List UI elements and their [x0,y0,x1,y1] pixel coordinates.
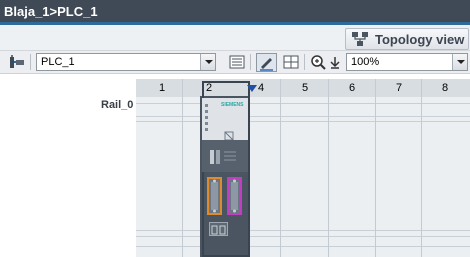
topology-view-label: Topology view [375,31,465,47]
toolbar-separator [30,54,31,70]
zoom-down-arrow-icon[interactable] [328,54,342,71]
rail-line [136,116,470,117]
module-mid-panel [202,140,248,172]
rail-line [136,230,470,231]
slot-divider [375,79,376,257]
slot-divider [280,79,281,257]
toolbar-separator [250,54,251,70]
led-indicator [205,110,208,113]
zoom-in-icon[interactable] [310,54,328,71]
chevron-down-icon[interactable] [200,54,215,70]
slot-divider [421,79,422,257]
slot-number: 7 [395,82,403,94]
slot-number: 6 [348,82,356,94]
topology-view-button[interactable]: Topology view [345,28,469,50]
rail-line [136,121,470,122]
siemens-logo: SIEMENS [221,102,244,108]
device-select-value: PLC_1 [41,56,75,68]
slot-number: 5 [301,82,309,94]
rail-line [136,103,470,104]
device-network-icon[interactable] [8,54,26,71]
toolbar-separator [304,54,305,70]
rail-line [136,246,470,247]
module-label-plate [209,222,228,236]
slot-number: 1 [158,82,166,94]
chevron-down-icon[interactable] [452,54,467,70]
led-indicator [205,128,208,131]
rail-line [136,236,470,237]
window-title: Blaja_1>PLC_1 [4,4,98,19]
slot-number: 8 [441,82,449,94]
slot-divider [182,79,183,257]
orange-port-connector[interactable] [207,177,222,215]
led-indicator [205,122,208,125]
title-bar: Blaja_1>PLC_1 [0,0,470,25]
zoom-select[interactable]: 100% [346,53,468,71]
module-led-column [205,104,208,134]
device-overview-icon[interactable] [228,54,246,71]
purple-port-connector[interactable] [227,177,242,215]
insert-position-marker-icon [247,85,257,92]
rail-label: Rail_0 [101,99,134,111]
zoom-select-value: 100% [351,56,380,68]
topology-icon [351,31,369,47]
module-status-icon [224,128,234,141]
slot-divider [328,79,329,257]
pencil-toggle-icon[interactable] [256,53,277,72]
device-select[interactable]: PLC_1 [36,53,216,71]
device-view-window: Blaja_1>PLC_1 Topology view PLC_1 100% 1… [0,0,470,257]
led-indicator [205,104,208,107]
grid-icon[interactable] [282,54,300,71]
led-indicator [205,116,208,119]
